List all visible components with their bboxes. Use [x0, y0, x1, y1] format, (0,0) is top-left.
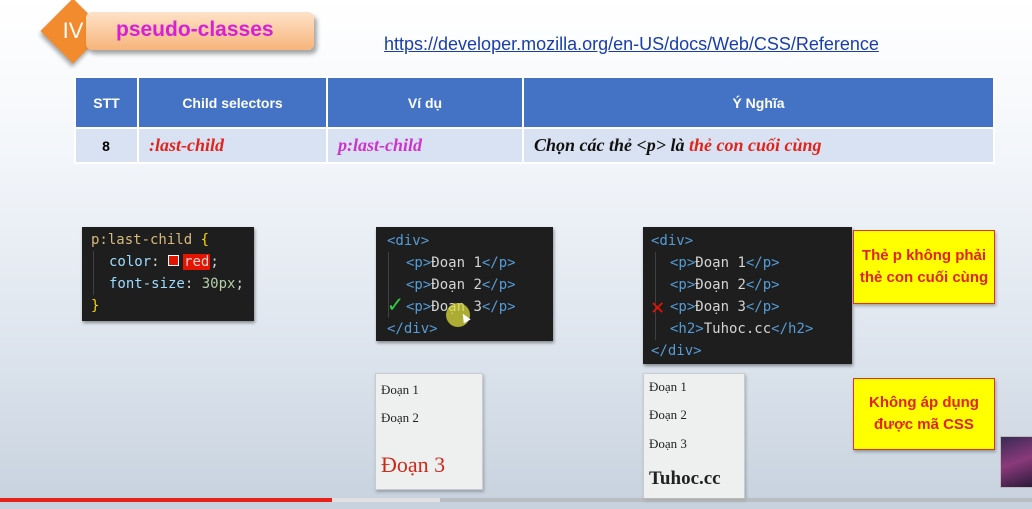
html2-line-p2: <p>Đoạn 2</p> — [670, 277, 780, 293]
section-number: IV — [62, 18, 84, 43]
preview1-p3: Đoạn 3 — [381, 452, 446, 477]
html1-line-div-close: </div> — [387, 321, 438, 337]
preview2-p3: Đoạn 3 — [649, 436, 687, 451]
note-not-last-child: Thẻ p không phải thẻ con cuối cùng — [853, 230, 995, 304]
css-code-box: p:last-child { color: red; font-size: 30… — [82, 227, 254, 321]
header-child-selectors: Child selectors — [137, 76, 328, 129]
css-line-1: p:last-child { — [91, 232, 210, 248]
table-row: 8 :last-child p:last-child Chọn các thẻ … — [74, 127, 995, 164]
html1-line-div-open: <div> — [387, 233, 430, 249]
preview2-p1: Đoạn 1 — [649, 379, 687, 394]
render-preview-1: Đoạn 1 Đoạn 2 Đoạn 3 — [375, 373, 483, 490]
css-line-4: } — [91, 298, 100, 314]
html1-line-p1: <p>Đoạn 1</p> — [406, 255, 516, 271]
check-icon: ✓ — [388, 290, 403, 318]
meaning-prefix: Chọn các thẻ <p> là — [534, 135, 690, 155]
header-stt: STT — [74, 76, 139, 129]
html2-line-h2: <h2>Tuhoc.cc</h2> — [670, 321, 814, 337]
table-header-row: STT Child selectors Ví dụ Ý Nghĩa — [74, 76, 995, 129]
html2-line-div-close: </div> — [651, 343, 702, 359]
preview1-p1: Đoạn 1 — [381, 382, 419, 397]
html-code-box-2: <div> <p>Đoạn 1</p> <p>Đoạn 2</p> <p>Đoạ… — [643, 227, 852, 364]
cross-icon: ✕ — [651, 295, 665, 320]
meaning-highlight: thẻ con cuối cùng — [689, 135, 822, 155]
css-line-3: font-size: 30px; — [109, 276, 244, 292]
note-css-not-applied: Không áp dụng được mã CSS — [853, 378, 995, 450]
css-line-2: color: red; — [109, 254, 219, 270]
header-meaning: Ý Nghĩa — [522, 76, 995, 129]
html1-line-p2: <p>Đoạn 2</p> — [406, 277, 516, 293]
html2-line-div-open: <div> — [651, 233, 694, 249]
render-preview-2: Đoạn 1 Đoạn 2 Đoạn 3 Tuhoc.cc — [643, 373, 745, 499]
color-swatch-icon — [168, 255, 180, 266]
cell-stt: 8 — [74, 127, 139, 164]
video-played-bar — [0, 498, 333, 502]
preview2-p2: Đoạn 2 — [649, 407, 687, 422]
cell-selector: :last-child — [137, 127, 328, 164]
html2-line-p1: <p>Đoạn 1</p> — [670, 255, 780, 271]
video-buffered-bar — [332, 498, 440, 502]
selector-table: STT Child selectors Ví dụ Ý Nghĩa 8 :las… — [74, 76, 995, 164]
preview2-h2: Tuhoc.cc — [649, 468, 721, 489]
channel-avatar[interactable] — [1000, 436, 1032, 488]
header-example: Ví dụ — [326, 76, 524, 129]
cell-meaning: Chọn các thẻ <p> là thẻ con cuối cùng — [522, 127, 995, 164]
reference-link[interactable]: https://developer.mozilla.org/en-US/docs… — [384, 34, 879, 55]
preview1-p2: Đoạn 2 — [381, 410, 419, 425]
html2-line-p3: <p>Đoạn 3</p> — [670, 299, 780, 315]
html-code-box-1: <div> <p>Đoạn 1</p> <p>Đoạn 2</p> <p>Đoạ… — [376, 227, 553, 341]
cell-example: p:last-child — [326, 127, 524, 164]
section-title: pseudo-classes — [116, 18, 274, 41]
